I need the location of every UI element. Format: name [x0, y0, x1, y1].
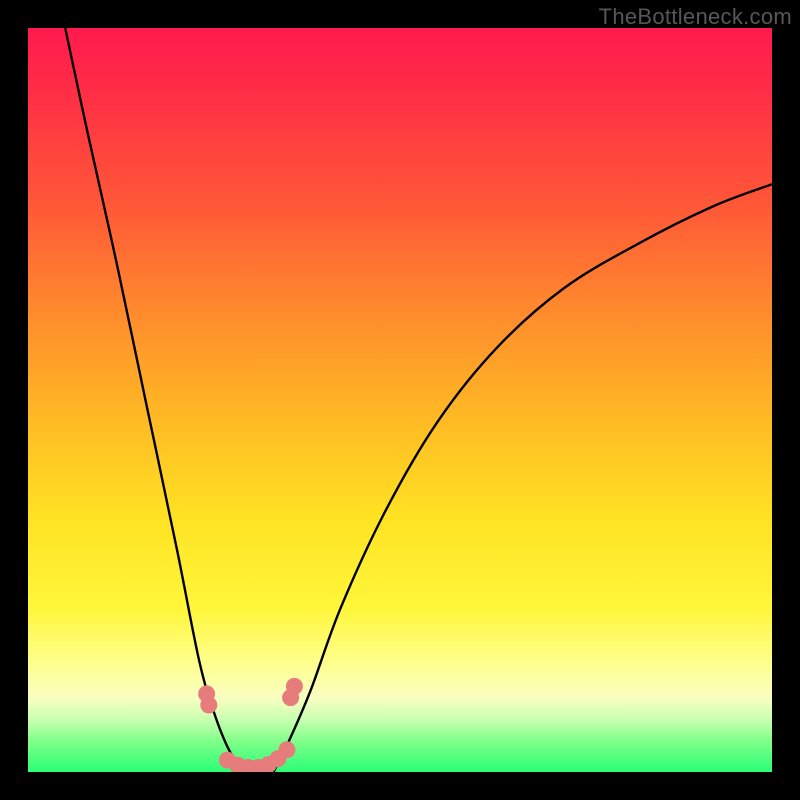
chart-frame: TheBottleneck.com: [0, 0, 800, 800]
marker-dot: [200, 697, 217, 714]
chart-svg: [28, 28, 772, 772]
bottom-dots-group: [198, 678, 303, 772]
left-curve: [65, 28, 244, 772]
chart-plot-area: [28, 28, 772, 772]
marker-dot: [286, 678, 303, 695]
right-curve: [274, 184, 773, 772]
marker-dot: [278, 741, 295, 758]
watermark-text: TheBottleneck.com: [599, 4, 792, 30]
